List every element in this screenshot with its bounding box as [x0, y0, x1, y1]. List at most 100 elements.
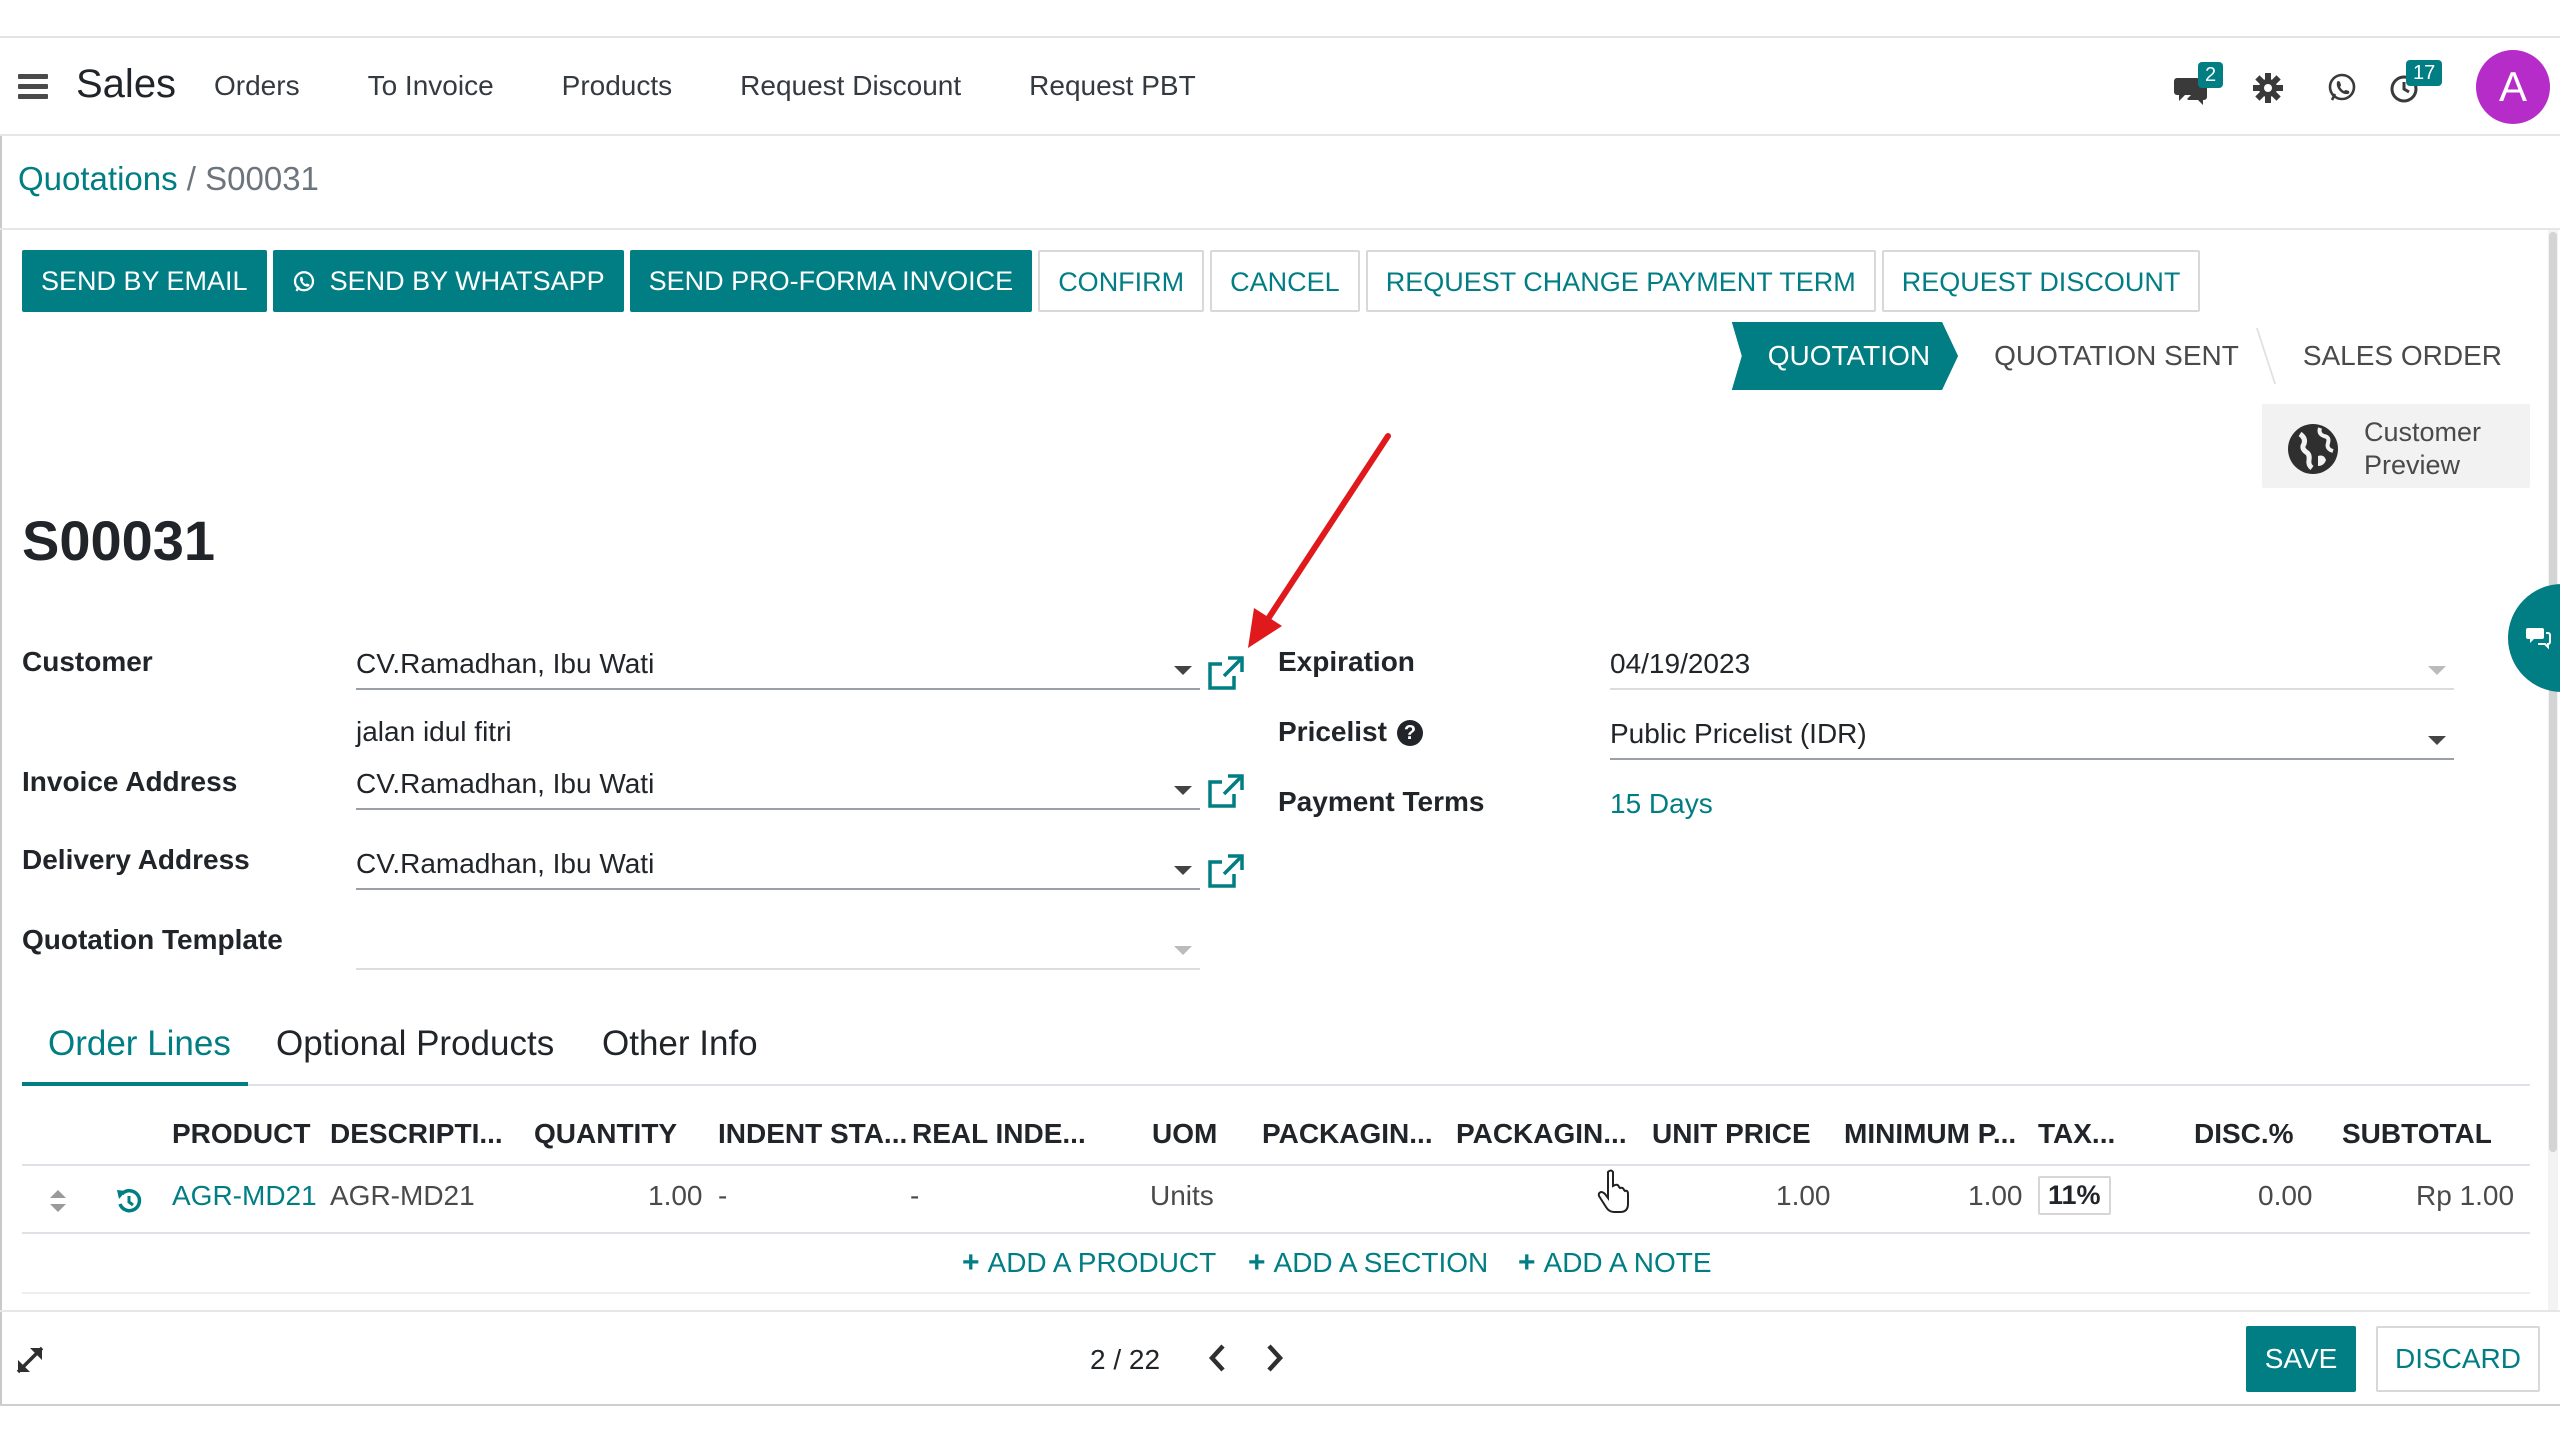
row-product[interactable]: AGR-MD21 — [172, 1180, 317, 1212]
pricelist-label: Pricelist? — [1278, 716, 1423, 748]
column-header-real-indent[interactable]: REAL INDE... — [912, 1118, 1086, 1150]
scrollbar-thumb[interactable] — [2549, 232, 2557, 1152]
annotation-arrow — [1248, 433, 1391, 648]
add-product-label: ADD A PRODUCT — [987, 1247, 1217, 1278]
avatar[interactable]: A — [2476, 50, 2550, 124]
breadcrumb-separator: / — [177, 160, 206, 197]
nav-item-orders[interactable]: Orders — [214, 70, 300, 102]
quotation-template-field[interactable] — [356, 926, 1200, 970]
external-link-icon[interactable] — [1206, 772, 1246, 812]
request-change-payment-term-button[interactable]: REQUEST CHANGE PAYMENT TERM — [1365, 250, 1876, 312]
window-bottom-strip — [0, 1404, 2560, 1440]
pricelist-value: Public Pricelist (IDR) — [1610, 718, 1867, 749]
delivery-address-label: Delivery Address — [22, 844, 250, 875]
stage-sales-order[interactable]: SALES ORDER — [2267, 322, 2530, 390]
reset-icon[interactable] — [114, 1186, 144, 1216]
row-unit-price[interactable]: 1.00 — [1776, 1180, 1831, 1212]
column-header-minimum-price[interactable]: MINIMUM P... — [1844, 1118, 2016, 1150]
stage-quotation-sent[interactable]: QUOTATION SENT — [1958, 322, 2267, 390]
invoice-address-field[interactable]: CV.Ramadhan, Ibu Wati — [356, 766, 1200, 810]
customer-field[interactable]: CV.Ramadhan, Ibu Wati — [356, 646, 1200, 690]
expand-icon[interactable] — [14, 1344, 46, 1376]
expiration-field[interactable]: 04/19/2023 — [1610, 646, 2454, 690]
send-by-email-button[interactable]: SEND BY EMAIL — [22, 250, 267, 312]
discard-button[interactable]: DISCARD — [2376, 1326, 2540, 1392]
tab-order-lines[interactable]: Order Lines — [48, 1024, 231, 1064]
column-header-product[interactable]: PRODUCT — [172, 1118, 310, 1150]
control-panel-divider — [0, 228, 2560, 230]
chevron-down-icon — [1174, 946, 1192, 955]
customer-preview-button[interactable]: Customer Preview — [2262, 404, 2530, 488]
payment-terms-value[interactable]: 15 Days — [1610, 788, 1713, 820]
chevron-left-icon[interactable] — [1200, 1340, 1236, 1376]
row-indent-status[interactable]: - — [718, 1180, 727, 1212]
row-discount[interactable]: 0.00 — [2258, 1180, 2313, 1212]
column-header-uom[interactable]: UOM — [1152, 1118, 1217, 1150]
send-by-whatsapp-label: SEND BY WHATSAPP — [329, 266, 605, 296]
invoice-address-value: CV.Ramadhan, Ibu Wati — [356, 768, 655, 799]
stage-quotation[interactable]: QUOTATION — [1732, 322, 1958, 390]
row-quantity[interactable]: 1.00 — [648, 1180, 703, 1212]
nav-item-to-invoice[interactable]: To Invoice — [368, 70, 494, 102]
tab-optional-products[interactable]: Optional Products — [276, 1024, 554, 1064]
confirm-button[interactable]: CONFIRM — [1038, 250, 1205, 312]
help-icon[interactable]: ? — [1396, 720, 1423, 746]
nav-item-products[interactable]: Products — [562, 70, 673, 102]
scrollbar[interactable] — [2548, 230, 2558, 1310]
quotation-template-label: Quotation Template — [22, 924, 283, 955]
app-name[interactable]: Sales — [76, 62, 176, 107]
row-real-indent[interactable]: - — [910, 1180, 919, 1212]
breadcrumb-quotations-link[interactable]: Quotations — [18, 160, 178, 197]
pricelist-field[interactable]: Public Pricelist (IDR) — [1610, 716, 2454, 760]
nav-item-request-discount[interactable]: Request Discount — [740, 70, 961, 102]
column-header-unit-price[interactable]: UNIT PRICE — [1652, 1118, 1811, 1150]
send-by-whatsapp-button[interactable]: SEND BY WHATSAPP — [272, 250, 624, 312]
add-line-row: + ADD A PRODUCT + ADD A SECTION + ADD A NOT… — [22, 1234, 2530, 1294]
external-link-icon[interactable] — [1206, 654, 1246, 694]
row-description[interactable]: AGR-MD21 — [330, 1180, 475, 1212]
notebook-tabs: Order Lines Optional Products Other Info — [22, 1010, 2530, 1086]
delivery-address-value: CV.Ramadhan, Ibu Wati — [356, 848, 655, 879]
order-lines-header: PRODUCT DESCRIPTI... QUANTITY INDENT STA… — [22, 1100, 2530, 1166]
pager-value[interactable]: 2 / 22 — [1090, 1344, 1160, 1376]
gear-icon[interactable] — [2252, 72, 2286, 106]
delivery-address-field[interactable]: CV.Ramadhan, Ibu Wati — [356, 846, 1200, 890]
tab-other-info[interactable]: Other Info — [602, 1024, 758, 1064]
row-uom[interactable]: Units — [1150, 1180, 1214, 1212]
status-bar: QUOTATION QUOTATION SENT SALES ORDER — [1732, 322, 2530, 390]
breadcrumb-current: S00031 — [205, 160, 319, 197]
column-header-description[interactable]: DESCRIPTI... — [330, 1118, 503, 1150]
nav-item-request-pbt[interactable]: Request PBT — [1029, 70, 1196, 102]
form-footer-bar: 2 / 22 SAVE DISCARD — [0, 1310, 2560, 1404]
invoice-address-label: Invoice Address — [22, 766, 238, 797]
breadcrumb: Quotations / S00031 — [18, 160, 319, 198]
request-discount-button[interactable]: REQUEST DISCOUNT — [1881, 250, 2201, 312]
add-product-link[interactable]: + ADD A PRODUCT — [962, 1246, 1216, 1280]
row-minimum-price[interactable]: 1.00 — [1968, 1180, 2023, 1212]
drag-handle-icon[interactable] — [48, 1188, 68, 1214]
menu-icon[interactable] — [18, 74, 48, 100]
plus-icon: + — [1248, 1246, 1266, 1279]
column-header-indent-status[interactable]: INDENT STA... — [718, 1118, 907, 1150]
column-header-discount[interactable]: DISC.% — [2194, 1118, 2294, 1150]
main-navbar: Sales Orders To Invoice Products Request… — [0, 38, 2560, 136]
column-header-packaging-2[interactable]: PACKAGIN... — [1456, 1118, 1627, 1150]
chevron-down-icon — [1174, 786, 1192, 795]
add-section-link[interactable]: + ADD A SECTION — [1248, 1246, 1488, 1280]
column-header-packaging-1[interactable]: PACKAGIN... — [1262, 1118, 1433, 1150]
column-header-quantity[interactable]: QUANTITY — [534, 1118, 677, 1150]
column-header-tax[interactable]: TAX... — [2038, 1118, 2115, 1150]
add-note-link[interactable]: + ADD A NOTE — [1518, 1246, 1712, 1280]
row-tax-tag[interactable]: 11% — [2038, 1176, 2111, 1215]
whatsapp-icon[interactable] — [2326, 72, 2360, 106]
cancel-button[interactable]: CANCEL — [1210, 250, 1360, 312]
chevron-right-icon[interactable] — [1256, 1340, 1292, 1376]
send-pro-forma-button[interactable]: SEND PRO-FORMA INVOICE — [629, 250, 1033, 312]
chevron-down-icon — [2428, 736, 2446, 745]
column-header-subtotal[interactable]: SUBTOTAL — [2342, 1118, 2492, 1150]
page-title: S00031 — [22, 509, 216, 572]
save-button[interactable]: SAVE — [2246, 1326, 2356, 1392]
messages-badge: 2 — [2198, 62, 2224, 88]
external-link-icon[interactable] — [1206, 852, 1246, 892]
table-row[interactable]: AGR-MD21 AGR-MD21 1.00 - - Units 1.00 1.… — [22, 1166, 2530, 1234]
